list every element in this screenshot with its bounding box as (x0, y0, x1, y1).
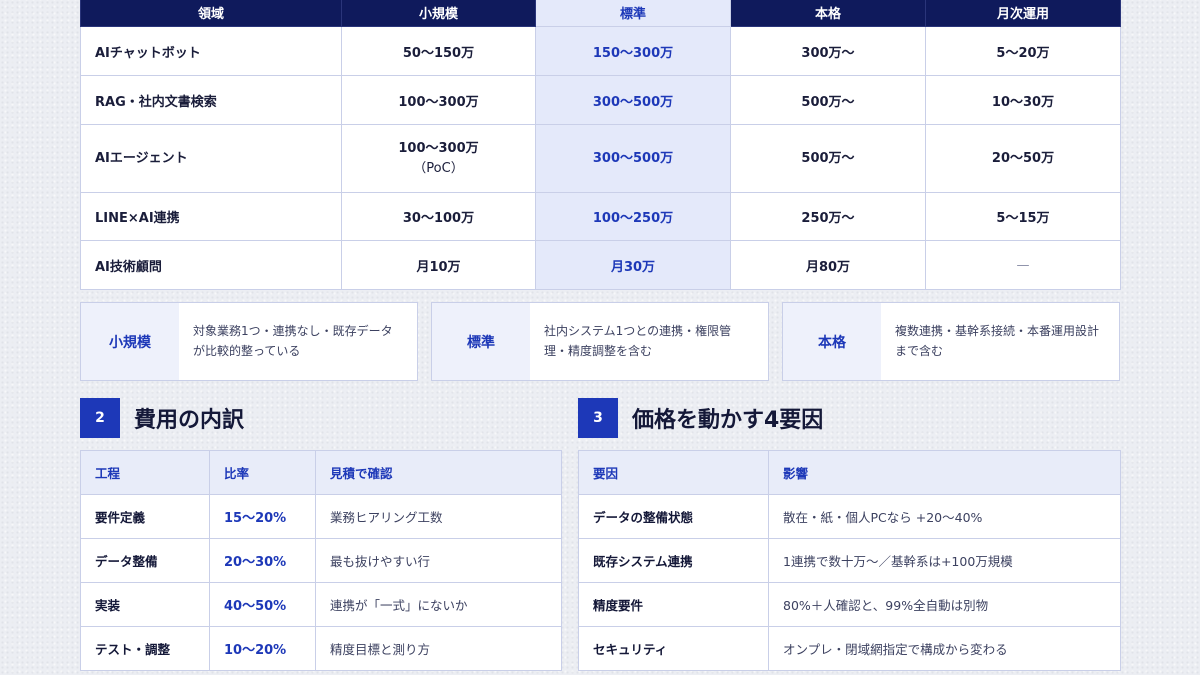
process-cell: 実装 (80, 582, 210, 627)
header-standard: 標準 (535, 0, 731, 27)
ratio-cell: 10〜20% (209, 626, 316, 671)
table-row: RAG・社内文書検索 100〜300万 300〜500万 500万〜 10〜30… (80, 75, 1121, 125)
pricing-header-row: 領域 小規模 標準 本格 月次運用 (80, 0, 1121, 27)
table-row: AIチャットボット 50〜150万 150〜300万 300万〜 5〜20万 (80, 26, 1121, 76)
factor-cell: セキュリティ (578, 626, 769, 671)
factor-cell: 既存システム連携 (578, 538, 769, 583)
full-cell: 月80万 (730, 240, 926, 290)
area-cell: LINE×AI連携 (80, 192, 342, 241)
cost-header-row: 工程 比率 見積で確認 (80, 450, 562, 495)
tier-definitions: 小規模 対象業務1つ・連携なし・既存データが比較的整っている 標準 社内システム… (80, 302, 1120, 381)
monthly-cell: — (925, 240, 1121, 290)
ratio-cell: 20〜30% (209, 538, 316, 583)
header-process: 工程 (80, 450, 210, 495)
full-cell: 500万〜 (730, 75, 926, 125)
ratio-cell: 15〜20% (209, 494, 316, 539)
full-cell: 250万〜 (730, 192, 926, 241)
header-ratio: 比率 (209, 450, 316, 495)
section-title: 価格を動かす4要因 (632, 408, 824, 433)
definition-text: 対象業務1つ・連携なし・既存データが比較的整っている (193, 324, 393, 358)
definition-label: 小規模 (81, 303, 179, 380)
header-small: 小規模 (341, 0, 536, 27)
table-row: 要件定義 15〜20% 業務ヒアリング工数 (80, 494, 562, 539)
check-cell: 業務ヒアリング工数 (315, 494, 562, 539)
monthly-cell: 10〜30万 (925, 75, 1121, 125)
definition-standard: 標準 社内システム1つとの連携・権限管理・精度調整を含む (431, 302, 769, 381)
area-cell: AIエージェント (80, 124, 342, 193)
standard-cell: 300〜500万 (535, 75, 731, 125)
pricing-table: 領域 小規模 標準 本格 月次運用 AIチャットボット 50〜150万 150〜… (80, 0, 1121, 290)
factors-header-row: 要因 影響 (578, 450, 1121, 495)
small-cell: 50〜150万 (341, 26, 536, 76)
table-row: LINE×AI連携 30〜100万 100〜250万 250万〜 5〜15万 (80, 192, 1121, 241)
impact-cell: 80%＋人確認と、99%全自動は別物 (768, 582, 1121, 627)
impact-cell: 1連携で数十万〜／基幹系は+100万規模 (768, 538, 1121, 583)
header-monthly: 月次運用 (925, 0, 1121, 27)
process-cell: データ整備 (80, 538, 210, 583)
header-check: 見積で確認 (315, 450, 562, 495)
section-number-badge: 3 (578, 398, 618, 438)
header-impact: 影響 (768, 450, 1121, 495)
table-row: データ整備 20〜30% 最も抜けやすい行 (80, 538, 562, 583)
small-cell: 30〜100万 (341, 192, 536, 241)
full-cell: 500万〜 (730, 124, 926, 193)
small-cell: 100〜300万 （PoC） (341, 124, 536, 193)
definition-small: 小規模 対象業務1つ・連携なし・既存データが比較的整っている (80, 302, 418, 381)
small-cell: 100〜300万 (341, 75, 536, 125)
small-cell: 月10万 (341, 240, 536, 290)
table-row: 精度要件 80%＋人確認と、99%全自動は別物 (578, 582, 1121, 627)
impact-cell: 散在・紙・個人PCなら +20〜40% (768, 494, 1121, 539)
section-3-heading: 3 価格を動かす4要因 (578, 398, 823, 438)
factor-cell: 精度要件 (578, 582, 769, 627)
table-row: 実装 40〜50% 連携が「一式」にないか (80, 582, 562, 627)
standard-cell: 300〜500万 (535, 124, 731, 193)
table-row: AIエージェント 100〜300万 （PoC） 300〜500万 500万〜 2… (80, 124, 1121, 193)
area-cell: AIチャットボット (80, 26, 342, 76)
header-full: 本格 (730, 0, 926, 27)
process-cell: テスト・調整 (80, 626, 210, 671)
monthly-cell: 20〜50万 (925, 124, 1121, 193)
header-factor: 要因 (578, 450, 769, 495)
monthly-cell: 5〜15万 (925, 192, 1121, 241)
check-cell: 連携が「一式」にないか (315, 582, 562, 627)
definition-text: 複数連携・基幹系接続・本番運用設計まで含む (895, 324, 1100, 358)
impact-cell: オンプレ・閉域網指定で構成から変わる (768, 626, 1121, 671)
small-cell-value: 100〜300万 (398, 141, 479, 156)
area-cell: RAG・社内文書検索 (80, 75, 342, 125)
table-row: 既存システム連携 1連携で数十万〜／基幹系は+100万規模 (578, 538, 1121, 583)
cost-breakdown-table: 工程 比率 見積で確認 要件定義 15〜20% 業務ヒアリング工数 データ整備 … (80, 450, 562, 671)
standard-cell: 150〜300万 (535, 26, 731, 76)
standard-cell: 100〜250万 (535, 192, 731, 241)
full-cell: 300万〜 (730, 26, 926, 76)
definition-full: 本格 複数連携・基幹系接続・本番運用設計まで含む (782, 302, 1120, 381)
process-cell: 要件定義 (80, 494, 210, 539)
check-cell: 最も抜けやすい行 (315, 538, 562, 583)
area-cell: AI技術顧問 (80, 240, 342, 290)
factor-cell: データの整備状態 (578, 494, 769, 539)
price-factors-table: 要因 影響 データの整備状態 散在・紙・個人PCなら +20〜40% 既存システ… (578, 450, 1121, 671)
ratio-cell: 40〜50% (209, 582, 316, 627)
definition-text: 社内システム1つとの連携・権限管理・精度調整を含む (544, 324, 732, 358)
definition-label: 本格 (783, 303, 881, 380)
table-row: テスト・調整 10〜20% 精度目標と測り方 (80, 626, 562, 671)
small-cell-note: （PoC） (413, 160, 464, 176)
header-area: 領域 (80, 0, 342, 27)
table-row: セキュリティ オンプレ・閉域網指定で構成から変わる (578, 626, 1121, 671)
section-title: 費用の内訳 (134, 408, 245, 433)
standard-cell: 月30万 (535, 240, 731, 290)
table-row: データの整備状態 散在・紙・個人PCなら +20〜40% (578, 494, 1121, 539)
section-2-heading: 2 費用の内訳 (80, 398, 244, 438)
table-row: AI技術顧問 月10万 月30万 月80万 — (80, 240, 1121, 290)
check-cell: 精度目標と測り方 (315, 626, 562, 671)
monthly-cell: 5〜20万 (925, 26, 1121, 76)
definition-label: 標準 (432, 303, 530, 380)
section-number-badge: 2 (80, 398, 120, 438)
